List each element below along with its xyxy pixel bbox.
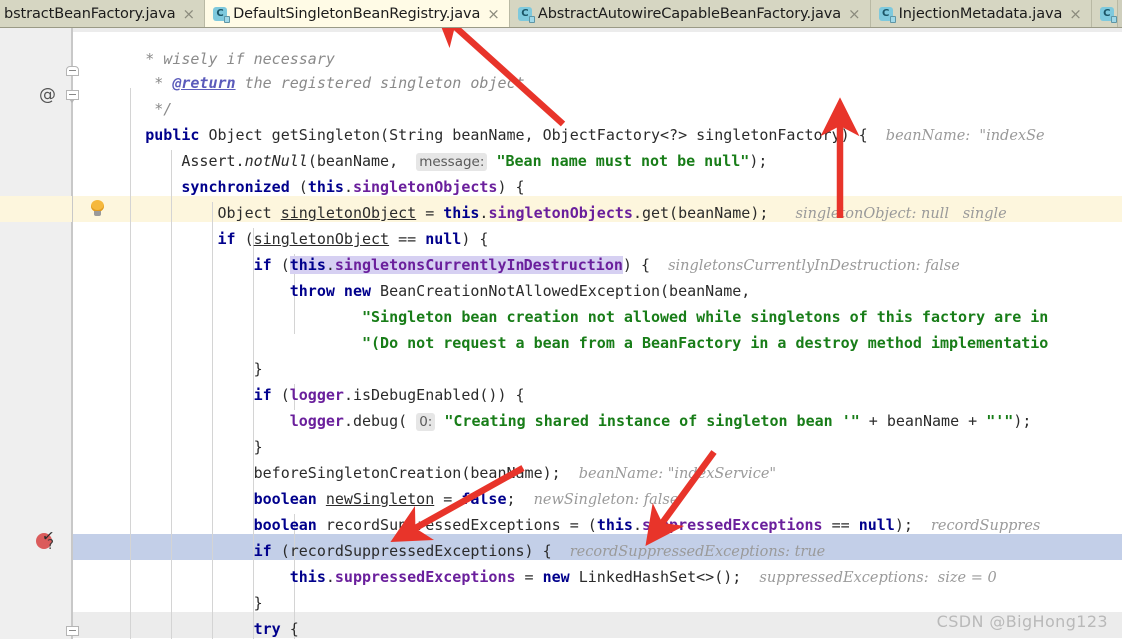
code-line[interactable]: singletonObject = singletonFactory.getOb… <box>73 616 993 639</box>
code-token-plain: = <box>515 568 543 586</box>
editor-tab-label: InjectionMetadata.java <box>898 6 1063 22</box>
code-token-field: suppressedExceptions <box>334 568 516 586</box>
parameter-hint: 0: <box>416 413 436 431</box>
code-line[interactable]: } <box>73 564 263 612</box>
editor-tab-defaultsingletonbeanregistry[interactable]: C DefaultSingletonBeanRegistry.java × <box>205 0 510 27</box>
code-token-plain: ); <box>894 516 931 534</box>
code-line[interactable]: if (this.singletonsCurrentlyInDestructio… <box>73 226 960 274</box>
close-icon[interactable]: × <box>485 6 500 22</box>
close-icon[interactable]: × <box>180 6 195 22</box>
code-token-keyword: new <box>542 568 570 586</box>
code-token-string: "(Do not request a bean from a BeanFacto… <box>362 334 1049 352</box>
code-line[interactable]: if (singletonObject == null) { <box>73 200 489 248</box>
code-token-plain: .debug( <box>343 412 417 430</box>
breakpoint-verified-icon[interactable]: ✓? <box>36 526 58 553</box>
editor-tab-abstractbeanfactory[interactable]: bstractBeanFactory.java × <box>0 0 206 27</box>
code-token-string: "'" <box>986 412 1014 430</box>
code-token-plain: ); <box>1013 412 1032 430</box>
code-line[interactable]: try { <box>73 590 299 638</box>
java-class-icon: C <box>517 6 535 23</box>
editor-tab-label: AbstractAutowireCapableBeanFactory.java <box>537 6 842 22</box>
code-line[interactable]: Object singletonObject = this.singletonO… <box>73 174 1006 222</box>
code-line[interactable]: public Object getSingleton(String beanNa… <box>73 96 1044 144</box>
code-line[interactable]: boolean newSingleton = false; newSinglet… <box>73 460 679 508</box>
annotation-marker-icon[interactable]: @ <box>39 87 56 104</box>
code-token-string: "Creating shared instance of singleton b… <box>435 412 860 430</box>
code-token-comment: the registered singleton object <box>235 74 525 92</box>
code-line[interactable]: logger.debug( 0: "Creating shared instan… <box>73 382 1031 431</box>
code-token-field: singletonObjects <box>488 204 633 222</box>
code-token-plain: ); <box>749 152 768 170</box>
watermark-text: CSDN @BigHong123 <box>936 612 1108 631</box>
code-line[interactable]: throw new BeanCreationNotAllowedExceptio… <box>73 252 751 300</box>
editor-tab-injectionmetadata[interactable]: C InjectionMetadata.java × <box>870 0 1092 27</box>
code-line[interactable]: "(Do not request a bean from a BeanFacto… <box>73 304 1048 352</box>
code-token-field: logger <box>289 412 344 430</box>
code-token-keyword: null <box>858 516 895 534</box>
editor-tab-abstractautowirecapablebeanfactory[interactable]: C AbstractAutowireCapableBeanFactory.jav… <box>509 0 871 27</box>
editor-tab-label: bstractBeanFactory.java <box>4 6 176 22</box>
code-line[interactable]: "Singleton bean creation not allowed whi… <box>73 278 1048 326</box>
inline-debug-hint: beanName: "indexSe <box>885 128 1045 144</box>
editor-tab-next-truncated[interactable]: C <box>1091 0 1118 27</box>
code-line[interactable]: } <box>73 408 263 456</box>
code-line[interactable]: * @return the registered singleton objec… <box>73 44 524 92</box>
code-line[interactable]: Assert.notNull(beanName, message: "Bean … <box>73 122 767 171</box>
code-line[interactable]: */ <box>73 70 172 118</box>
code-line[interactable]: if (recordSuppressedExceptions) { record… <box>73 512 826 560</box>
code-line[interactable]: if (logger.isDebugEnabled()) { <box>73 356 525 404</box>
code-line[interactable]: boolean recordSuppressedExceptions = (th… <box>73 486 1041 534</box>
java-class-icon: C <box>878 6 896 23</box>
code-token-plain: . <box>325 568 335 586</box>
close-icon[interactable]: × <box>1067 6 1082 22</box>
code-token-plain: == <box>822 516 859 534</box>
code-editor[interactable]: @ ✓? * wisely if necessary * @return the… <box>0 28 1122 639</box>
editor-tab-label: DefaultSingletonBeanRegistry.java <box>233 6 481 22</box>
code-line[interactable]: } <box>73 330 263 378</box>
code-token-plain: .get(beanName); <box>632 204 796 222</box>
code-token-plain: + beanName + <box>859 412 987 430</box>
code-line[interactable]: beforeSingletonCreation(beanName); beanN… <box>73 434 776 482</box>
javadoc-tag: @return <box>172 74 236 92</box>
code-token-keyword: this <box>289 568 326 586</box>
inline-debug-hint: singletonObject: null single <box>795 206 1007 222</box>
java-class-icon: C <box>213 6 231 23</box>
code-line[interactable]: this.suppressedExceptions = new LinkedHa… <box>73 538 997 586</box>
inline-debug-hint: recordSuppres <box>930 518 1041 534</box>
close-icon[interactable]: × <box>846 6 861 22</box>
java-class-icon: C <box>1099 6 1117 23</box>
code-token-plain: LinkedHashSet<>(); <box>569 568 760 586</box>
code-token-string: "Bean name must not be null" <box>487 152 750 170</box>
editor-tab-bar[interactable]: bstractBeanFactory.java × C DefaultSingl… <box>0 0 1122 28</box>
code-line[interactable]: synchronized (this.singletonObjects) { <box>73 148 524 196</box>
inline-debug-hint: suppressedExceptions: size = 0 <box>759 570 997 586</box>
